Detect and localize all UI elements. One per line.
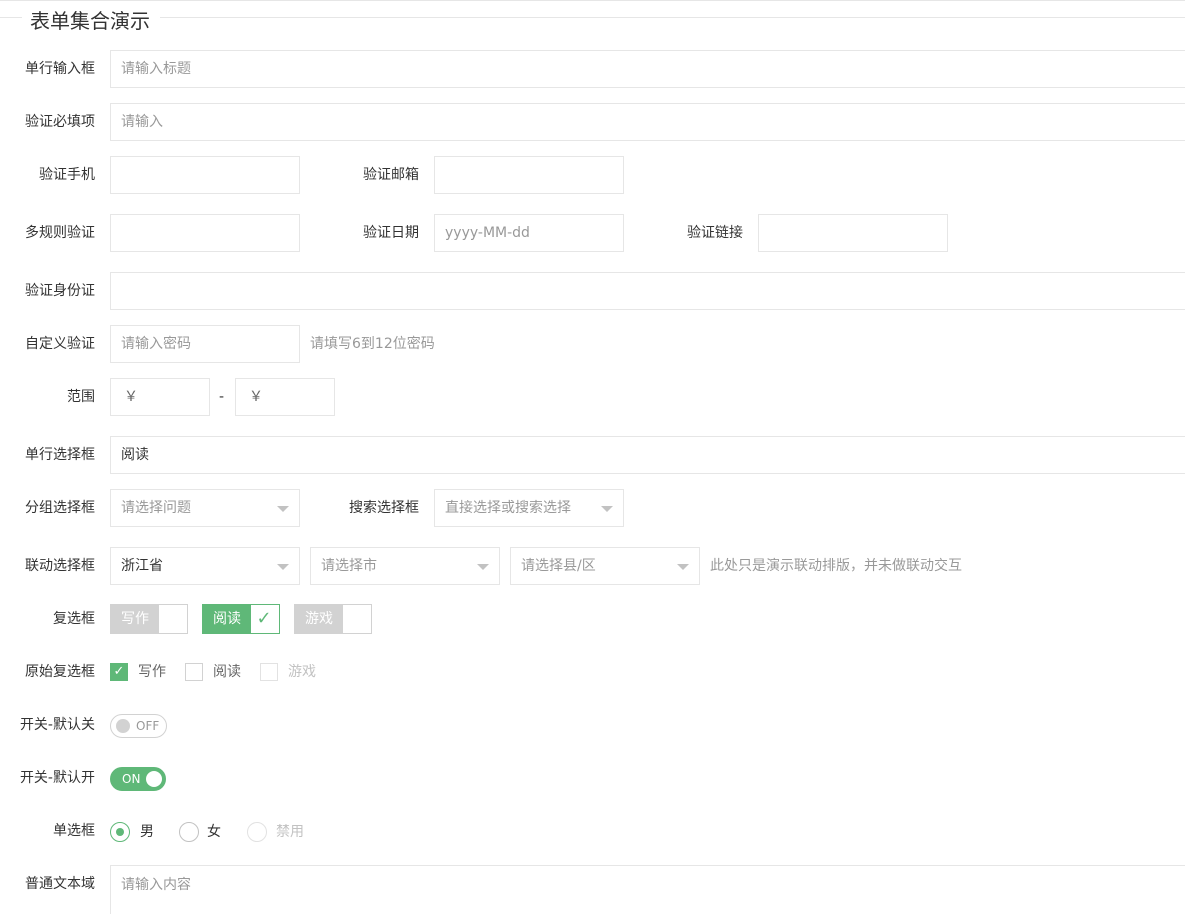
primary-checkbox-writing[interactable]: ✓ xyxy=(110,663,128,681)
radio-disabled xyxy=(247,822,267,842)
password-hint: 请填写6到12位密码 xyxy=(310,336,435,352)
single-select[interactable]: 阅读 xyxy=(110,436,1185,474)
radio-label: 单选框 xyxy=(53,823,95,839)
range-label: 范围 xyxy=(67,389,95,405)
single-input-label: 单行输入框 xyxy=(25,61,95,77)
title-input[interactable]: 请输入标题 xyxy=(110,50,1185,88)
radio-female-text: 女 xyxy=(207,824,221,840)
city-select[interactable]: 请选择市 xyxy=(310,547,500,585)
switch-off-label: 开关-默认关 xyxy=(19,717,95,733)
link-label: 验证链接 xyxy=(687,225,743,241)
primary-checkbox-gaming xyxy=(260,663,278,681)
checkbox-label: 复选框 xyxy=(53,611,95,627)
checkbox-gaming[interactable]: 游戏 xyxy=(294,604,372,634)
group-select-label: 分组选择框 xyxy=(25,500,95,516)
phone-label: 验证手机 xyxy=(39,167,95,183)
checkbox-reading-text: 阅读 xyxy=(203,605,251,633)
radio-disabled-text: 禁用 xyxy=(276,824,304,840)
email-input[interactable] xyxy=(434,156,624,194)
switch-on-label: 开关-默认开 xyxy=(19,770,95,786)
chevron-down-icon xyxy=(601,506,613,512)
radio-male[interactable] xyxy=(110,822,130,842)
single-select-label: 单行选择框 xyxy=(25,447,95,463)
top-border xyxy=(0,0,1185,1)
content-textarea[interactable]: 请输入内容 xyxy=(110,865,1185,914)
range-max-input[interactable]: ￥ xyxy=(235,378,335,416)
email-label: 验证邮箱 xyxy=(363,167,419,183)
county-placeholder: 请选择县/区 xyxy=(521,558,596,574)
radio-male-text: 男 xyxy=(140,824,154,840)
linked-select-hint: 此处只是演示联动排版，并未做联动交互 xyxy=(710,558,962,574)
switch-on-toggle[interactable]: ON xyxy=(110,767,166,791)
group-select-placeholder: 请选择问题 xyxy=(121,500,191,516)
legend-line-right xyxy=(160,17,1185,18)
form-legend: 表单集合演示 xyxy=(30,9,150,33)
switch-off-toggle[interactable]: OFF xyxy=(110,714,167,738)
legend-line-left xyxy=(0,17,22,18)
id-card-label: 验证身份证 xyxy=(25,283,95,299)
radio-female[interactable] xyxy=(179,822,199,842)
chevron-down-icon xyxy=(277,506,289,512)
province-value: 浙江省 xyxy=(121,558,163,574)
textarea-label: 普通文本域 xyxy=(25,876,95,892)
primary-checkbox-label: 原始复选框 xyxy=(25,664,95,680)
switch-knob xyxy=(146,771,162,787)
phone-input[interactable] xyxy=(110,156,300,194)
date-label: 验证日期 xyxy=(363,225,419,241)
county-select[interactable]: 请选择县/区 xyxy=(510,547,700,585)
province-select[interactable]: 浙江省 xyxy=(110,547,300,585)
primary-checkbox-reading-text: 阅读 xyxy=(213,664,241,680)
id-card-input[interactable] xyxy=(110,272,1185,310)
search-select[interactable]: 直接选择或搜索选择 xyxy=(434,489,624,527)
search-select-placeholder: 直接选择或搜索选择 xyxy=(445,500,571,516)
switch-on-text: ON xyxy=(122,772,141,786)
link-input[interactable] xyxy=(758,214,948,252)
password-input[interactable]: 请输入密码 xyxy=(110,325,300,363)
chevron-down-icon xyxy=(677,564,689,570)
primary-checkbox-writing-text: 写作 xyxy=(138,664,166,680)
group-select[interactable]: 请选择问题 xyxy=(110,489,300,527)
city-placeholder: 请选择市 xyxy=(321,558,377,574)
multi-rule-input[interactable] xyxy=(110,214,300,252)
required-input[interactable]: 请输入 xyxy=(110,103,1185,141)
custom-label: 自定义验证 xyxy=(25,336,95,352)
multi-rule-label: 多规则验证 xyxy=(25,225,95,241)
chevron-down-icon xyxy=(277,564,289,570)
search-select-label: 搜索选择框 xyxy=(349,500,419,516)
checkbox-gaming-text: 游戏 xyxy=(295,605,343,633)
checkbox-writing-text: 写作 xyxy=(111,605,159,633)
range-min-input[interactable]: ￥ xyxy=(110,378,210,416)
switch-knob xyxy=(116,719,130,733)
primary-checkbox-gaming-text: 游戏 xyxy=(288,664,316,680)
check-icon: ✓ xyxy=(256,608,272,629)
switch-off-text: OFF xyxy=(136,719,160,733)
required-label: 验证必填项 xyxy=(25,114,95,130)
checkbox-writing[interactable]: 写作 xyxy=(110,604,188,634)
range-separator: - xyxy=(219,389,225,405)
date-input[interactable]: yyyy-MM-dd xyxy=(434,214,624,252)
chevron-down-icon xyxy=(477,564,489,570)
checkbox-reading[interactable]: 阅读 ✓ xyxy=(202,604,280,634)
linked-select-label: 联动选择框 xyxy=(25,558,95,574)
primary-checkbox-reading[interactable] xyxy=(185,663,203,681)
